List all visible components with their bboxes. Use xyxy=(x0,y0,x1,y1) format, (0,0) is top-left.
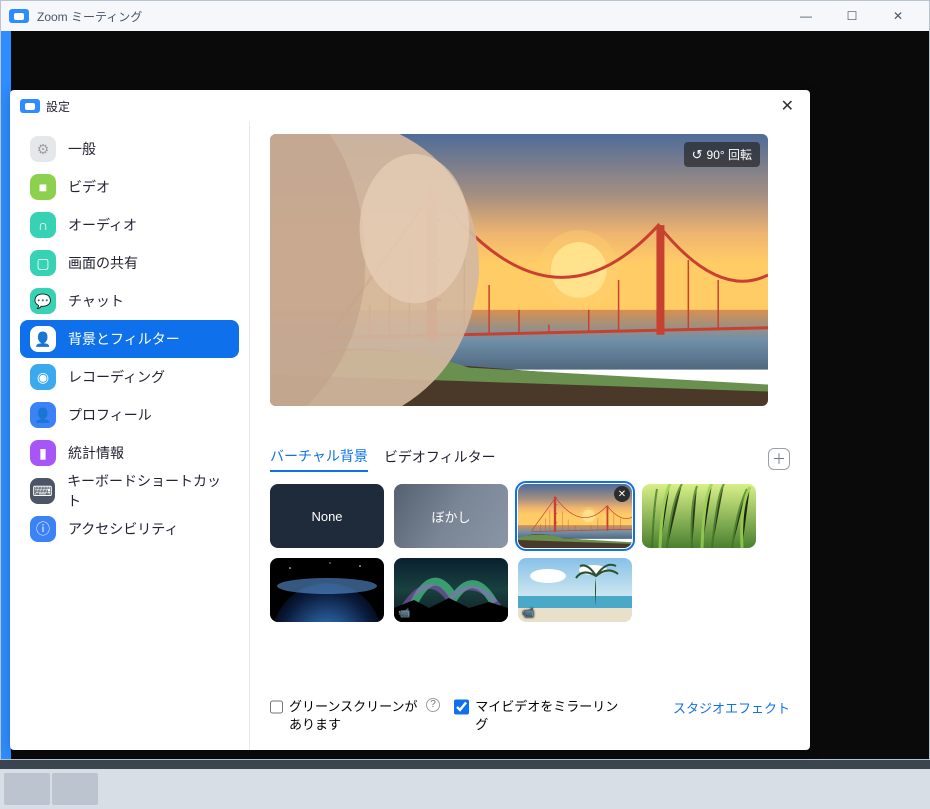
sidebar-item-label: キーボードショートカット xyxy=(67,471,229,511)
mirror-checkbox[interactable]: マイビデオをミラーリング xyxy=(454,698,624,734)
sidebar-item-recording[interactable]: ◉ レコーディング xyxy=(20,358,239,396)
person-icon: 👤 xyxy=(30,326,56,352)
video-preview: 90° 回転 xyxy=(270,134,768,406)
sidebar-item-label: 画面の共有 xyxy=(68,253,138,273)
sidebar-item-label: 背景とフィルター xyxy=(68,329,180,349)
greenscreen-input[interactable] xyxy=(270,699,283,715)
meeting-background-video xyxy=(819,166,929,706)
gear-icon: ⚙ xyxy=(30,136,56,162)
profile-icon: 👤 xyxy=(30,402,56,428)
bg-option-blur[interactable]: ぼかし xyxy=(394,484,508,548)
mirror-label: マイビデオをミラーリング xyxy=(475,698,624,734)
bg-option-bridge[interactable]: ✕ xyxy=(518,484,632,548)
meeting-titlebar: Zoom ミーティング — ☐ ✕ xyxy=(1,1,929,31)
bg-option-earth[interactable] xyxy=(270,558,384,622)
sidebar-item-shortcuts[interactable]: ⌨ キーボードショートカット xyxy=(20,472,239,510)
tab-virtual-background[interactable]: バーチャル背景 xyxy=(270,446,368,472)
add-background-button[interactable]: ＋ xyxy=(768,448,790,470)
bg-option-beach[interactable]: 📹 xyxy=(518,558,632,622)
sidebar-item-stats[interactable]: ▮ 統計情報 xyxy=(20,434,239,472)
taskbar-item[interactable] xyxy=(4,773,50,805)
bg-option-none[interactable]: None xyxy=(270,484,384,548)
chat-icon: 💬 xyxy=(30,288,56,314)
studio-effects-link[interactable]: スタジオエフェクト xyxy=(673,698,790,717)
settings-title: 設定 xyxy=(46,98,70,115)
sidebar-item-label: チャット xyxy=(68,291,124,311)
tab-video-filters[interactable]: ビデオフィルター xyxy=(384,447,496,471)
background-thumbnails: None ぼかし ✕ xyxy=(270,484,770,622)
maximize-button[interactable]: ☐ xyxy=(829,1,875,31)
sidebar-item-label: ビデオ xyxy=(68,177,110,197)
share-screen-icon: ▢ xyxy=(30,250,56,276)
video-indicator-icon: 📹 xyxy=(522,608,534,619)
sidebar-item-label: 一般 xyxy=(68,139,96,159)
bg-option-grass[interactable] xyxy=(642,484,756,548)
sidebar-item-label: プロフィール xyxy=(68,405,152,425)
headphones-icon: ∩ xyxy=(30,212,56,238)
zoom-logo-icon xyxy=(20,99,40,113)
settings-header: 設定 ✕ xyxy=(10,90,810,122)
sidebar-item-background[interactable]: 👤 背景とフィルター xyxy=(20,320,239,358)
sidebar-item-general[interactable]: ⚙ 一般 xyxy=(20,130,239,168)
settings-panel: 90° 回転 バーチャル背景 ビデオフィルター ＋ None ぼかし ✕ xyxy=(250,122,810,750)
sidebar-item-label: レコーディング xyxy=(68,367,165,387)
zoom-logo-icon xyxy=(9,9,29,23)
keyboard-icon: ⌨ xyxy=(30,478,55,504)
video-icon: ■ xyxy=(30,174,56,200)
accessibility-icon: ⓘ xyxy=(30,516,56,542)
sidebar-item-accessibility[interactable]: ⓘ アクセシビリティ xyxy=(20,510,239,548)
sidebar-item-audio[interactable]: ∩ オーディオ xyxy=(20,206,239,244)
background-tabs: バーチャル背景 ビデオフィルター ＋ xyxy=(270,446,790,472)
help-icon[interactable]: ? xyxy=(426,698,440,712)
settings-footer: グリーンスクリーンがあります ? マイビデオをミラーリング スタジオエフェクト xyxy=(270,698,790,734)
taskbar-item[interactable] xyxy=(52,773,98,805)
sidebar-item-profile[interactable]: 👤 プロフィール xyxy=(20,396,239,434)
sidebar-item-label: アクセシビリティ xyxy=(68,519,178,539)
sidebar-item-label: 統計情報 xyxy=(68,443,124,463)
settings-sidebar: ⚙ 一般 ■ ビデオ ∩ オーディオ ▢ 画面の共有 💬 チャット 👤 背景とフィルター ◉… xyxy=(10,122,250,750)
sidebar-item-video[interactable]: ■ ビデオ xyxy=(20,168,239,206)
sidebar-item-label: オーディオ xyxy=(68,215,137,235)
record-icon: ◉ xyxy=(30,364,56,390)
bg-option-aurora[interactable]: 📹 xyxy=(394,558,508,622)
sidebar-item-share[interactable]: ▢ 画面の共有 xyxy=(20,244,239,282)
stats-icon: ▮ xyxy=(30,440,56,466)
mirror-input[interactable] xyxy=(454,699,469,715)
meeting-title: Zoom ミーティング xyxy=(37,8,142,25)
delete-background-icon[interactable]: ✕ xyxy=(614,486,630,502)
sidebar-item-chat[interactable]: 💬 チャット xyxy=(20,282,239,320)
greenscreen-label: グリーンスクリーンがあります xyxy=(289,698,418,734)
close-window-button[interactable]: ✕ xyxy=(875,1,921,31)
rotate-90-button[interactable]: 90° 回転 xyxy=(684,142,760,167)
settings-dialog: 設定 ✕ ⚙ 一般 ■ ビデオ ∩ オーディオ ▢ 画面の共有 💬 チャット 👤 背景とフィ… xyxy=(10,90,810,750)
minimize-button[interactable]: — xyxy=(783,1,829,31)
taskbar xyxy=(0,769,930,809)
close-settings-button[interactable]: ✕ xyxy=(775,94,800,118)
greenscreen-checkbox[interactable]: グリーンスクリーンがあります ? xyxy=(270,698,440,734)
video-indicator-icon: 📹 xyxy=(398,608,410,619)
